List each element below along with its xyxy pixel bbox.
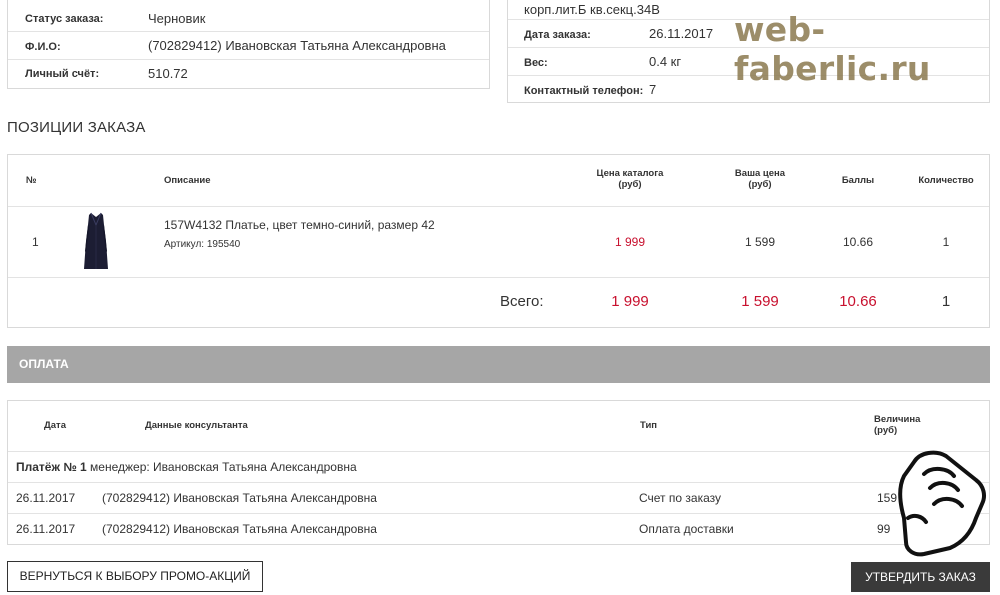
header-your-price: Ваша цена (руб) [710,168,810,190]
payment-date: 26.11.2017 [16,522,76,536]
header-desc: Описание [164,175,211,186]
order-account-row: Личный счёт: 510.72 [8,60,489,89]
payment-row: 26.11.2017 (702829412) Ивановская Татьян… [8,483,989,514]
header-num: № [26,175,37,186]
delivery-phone-label: Контактный телефон: [524,85,644,97]
position-article: Артикул: 195540 [164,239,241,250]
header-catalog-price: Цена каталога (руб) [580,168,680,190]
payment-consultant: (702829412) Ивановская Татьяна Александр… [102,522,377,536]
order-status-value: Черновик [148,11,206,26]
position-name: 157W4132 Платье, цвет темно-синий, разме… [164,218,435,232]
order-status-label: Статус заказа: [25,13,104,25]
order-account-label: Личный счёт: [25,68,100,80]
order-account-value: 510.72 [148,66,188,81]
total-label: Всего: [500,293,544,310]
total-your-price: 1 599 [741,293,779,310]
order-name-value: (702829412) Ивановская Татьяна Александр… [148,38,446,53]
header-your-price-line2: (руб) [748,179,772,190]
payment-table: Дата Данные консультанта Тип Величина (р… [7,400,990,545]
delivery-weight-value: 0.4 кг [649,54,682,69]
position-qty: 1 [942,235,950,249]
delivery-date-value: 26.11.2017 [649,26,714,41]
payment-header-consultant: Данные консультанта [145,420,248,431]
payment-header-amount-line2: (руб) [874,425,898,436]
position-points: 10.66 [842,235,874,249]
header-qty: Количество [918,175,974,186]
payment-group-manager: менеджер: Ивановская Татьяна Александров… [86,460,357,474]
site-watermark: web-faberlic.ru [734,10,931,88]
positions-section-title: ПОЗИЦИИ ЗАКАЗА [7,119,146,136]
delivery-phone-value: 7 [649,82,657,97]
position-num: 1 [32,235,39,249]
payment-row: 26.11.2017 (702829412) Ивановская Татьян… [8,514,989,545]
pointing-hand-icon [898,450,986,557]
payment-type: Счет по заказу [639,491,721,505]
delivery-address-value: корп.лит.Б кв.секц.34В [524,2,660,17]
order-info-panel: Статус заказа: Черновик Ф.И.О: (70282941… [7,0,490,89]
position-your-price: 1 599 [744,235,776,249]
total-catalog-price: 1 999 [611,293,649,310]
positions-header-row: № Описание Цена каталога (руб) Ваша цена… [8,155,989,207]
header-catalog-price-line2: (руб) [618,179,642,190]
back-to-promo-button[interactable]: ВЕРНУТЬСЯ К ВЫБОРУ ПРОМО-АКЦИЙ [7,561,263,592]
payment-group-row: Платёж № 1 менеджер: Ивановская Татьяна … [8,452,989,483]
dress-thumbnail[interactable] [76,211,116,273]
payment-header-amount: Величина (руб) [874,414,920,436]
position-row: 1 157W4132 Платье, цвет темно-синий, раз… [8,207,989,278]
confirm-order-button[interactable]: УТВЕРДИТЬ ЗАКАЗ [851,562,990,592]
delivery-weight-label: Вес: [524,57,548,69]
header-your-price-line1: Ваша цена [734,168,786,179]
payment-header-row: Дата Данные консультанта Тип Величина (р… [8,401,989,452]
payment-date: 26.11.2017 [16,491,76,505]
total-qty: 1 [941,293,951,310]
total-points: 10.66 [839,293,877,310]
payment-section-title: ОПЛАТА [19,357,69,371]
payment-header-date: Дата [44,420,66,431]
position-catalog-price: 1 999 [614,235,646,249]
payment-section-bar[interactable]: ОПЛАТА [7,346,990,383]
payment-consultant: (702829412) Ивановская Татьяна Александр… [102,491,377,505]
payment-header-amount-line1: Величина [874,414,921,425]
positions-total-row: Всего: 1 999 1 599 10.66 1 [8,278,989,328]
order-name-label: Ф.И.О: [25,41,61,53]
payment-type: Оплата доставки [639,522,734,536]
payment-header-type: Тип [640,420,658,431]
order-status-row: Статус заказа: Черновик [8,0,489,32]
delivery-date-label: Дата заказа: [524,29,591,41]
order-name-row: Ф.И.О: (702829412) Ивановская Татьяна Ал… [8,32,489,60]
header-points: Баллы [841,175,875,186]
header-catalog-price-line1: Цена каталога [596,168,664,179]
positions-table: № Описание Цена каталога (руб) Ваша цена… [7,154,990,328]
payment-group-label: Платёж № 1 менеджер: Ивановская Татьяна … [16,460,357,474]
payment-group-number: Платёж № 1 [16,460,87,474]
